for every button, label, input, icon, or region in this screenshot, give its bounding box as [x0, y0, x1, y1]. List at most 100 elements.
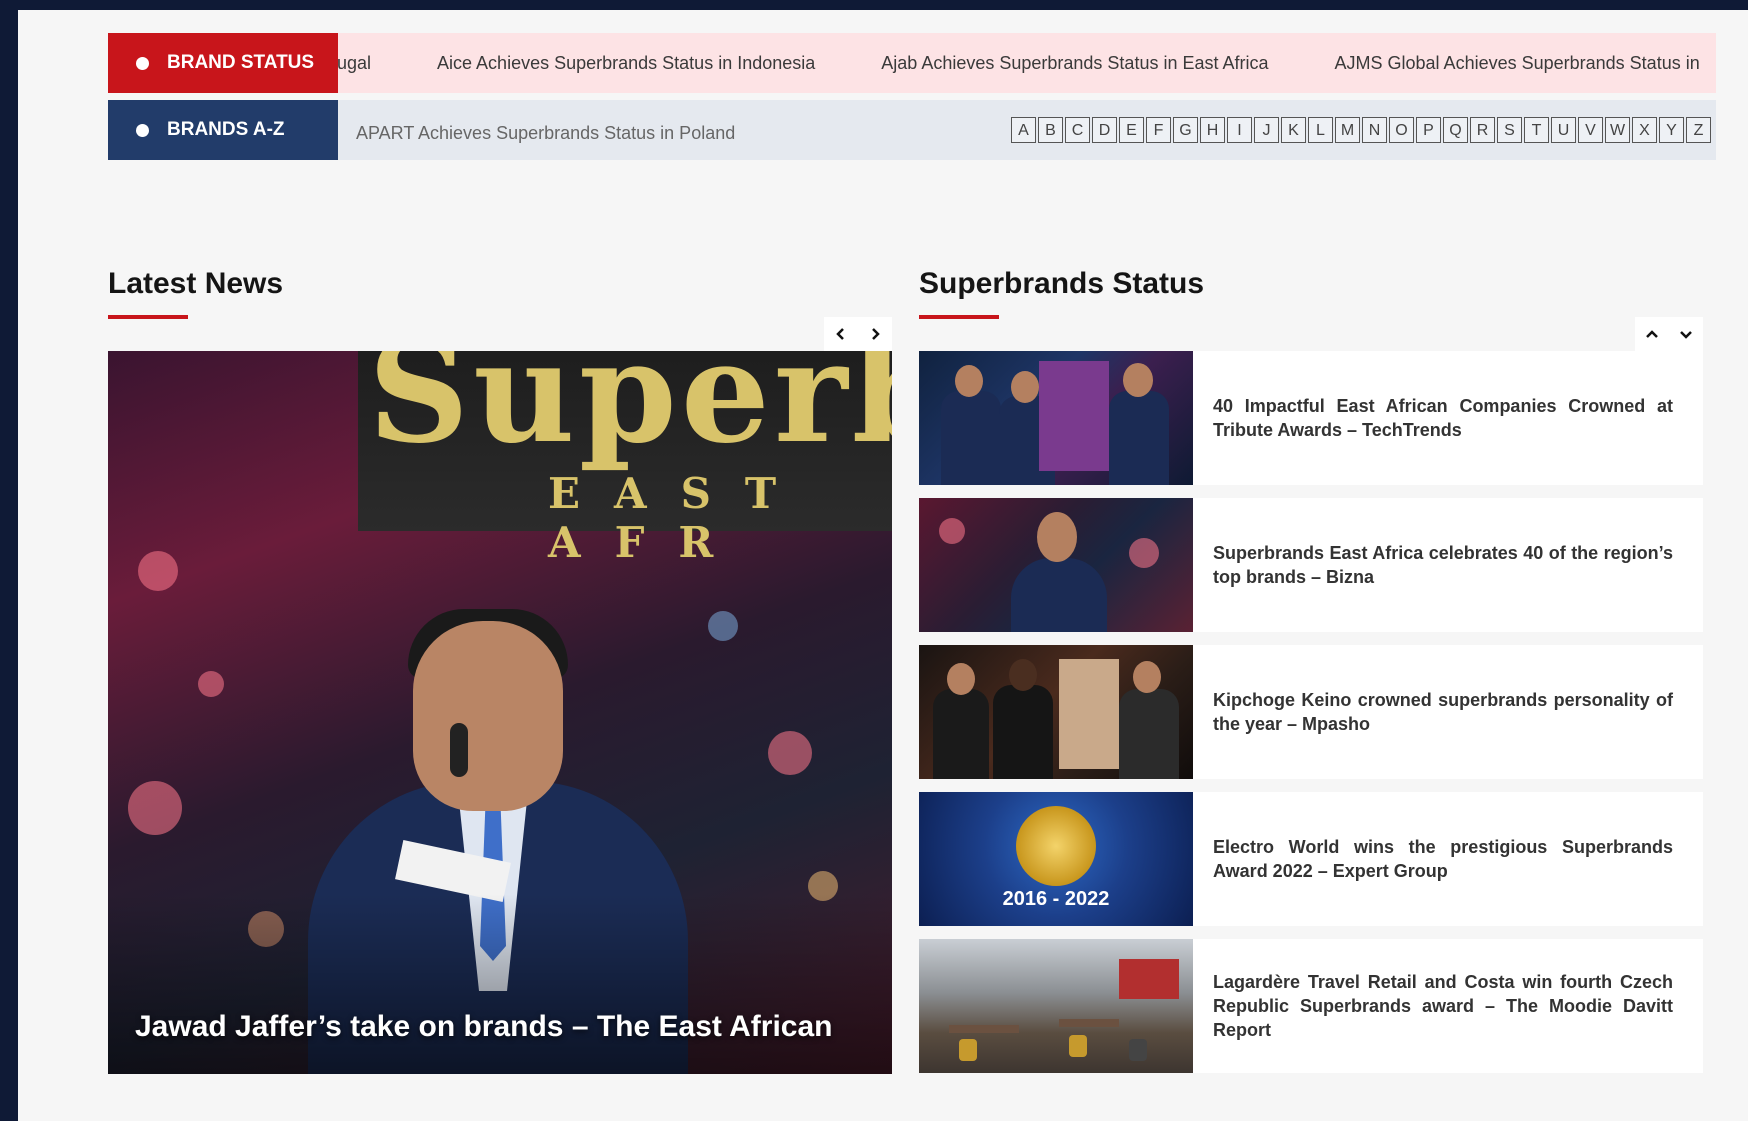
brands-az-label[interactable]: BRANDS A-Z — [108, 100, 338, 160]
superbrands-status-nav — [1635, 317, 1703, 351]
list-item-title: 40 Impactful East African Companies Crow… — [1213, 396, 1673, 440]
ticker-item[interactable]: Ajab Achieves Superbrands Status in East… — [881, 53, 1268, 74]
speaker-head — [413, 621, 563, 811]
bokeh-light — [128, 781, 182, 835]
brand-status-label[interactable]: BRAND STATUS — [108, 33, 338, 93]
chair — [959, 1039, 977, 1061]
letter-filter-i[interactable]: I — [1227, 117, 1252, 143]
list-item-title: Electro World wins the prestigious Super… — [1213, 837, 1673, 881]
alphabet-filter: ABCDEFGHIJKLMNOPQRSTUVWXYZ — [1009, 117, 1711, 143]
figure-head — [1011, 371, 1039, 403]
chevron-left-icon[interactable] — [824, 317, 858, 351]
chevron-up-icon[interactable] — [1635, 317, 1669, 351]
featured-news-card[interactable]: Superbrands EAST AFR Jawad Jaffer’s take… — [108, 351, 892, 1074]
ticker-item[interactable]: Aice Achieves Superbrands Status in Indo… — [437, 53, 815, 74]
poster — [1059, 659, 1119, 769]
news-thumbnail — [919, 351, 1193, 485]
letter-filter-o[interactable]: O — [1389, 117, 1414, 143]
list-item[interactable]: 2016 - 2022 Electro World wins the prest… — [919, 792, 1703, 926]
letter-filter-h[interactable]: H — [1200, 117, 1225, 143]
letter-filter-x[interactable]: X — [1632, 117, 1657, 143]
list-item-title: Superbrands East Africa celebrates 40 of… — [1213, 543, 1673, 587]
letter-filter-b[interactable]: B — [1038, 117, 1063, 143]
figure-head — [955, 365, 983, 397]
brand-status-ticker: BRAND STATUS rtugal Aice Achieves Superb… — [108, 33, 1716, 93]
figure — [1011, 558, 1107, 632]
figure-head — [1037, 512, 1077, 562]
letter-filter-t[interactable]: T — [1524, 117, 1549, 143]
chair — [1129, 1039, 1147, 1061]
featured-caption[interactable]: Jawad Jaffer’s take on brands – The East… — [135, 1010, 832, 1044]
sign-subtext: EAST AFR — [548, 469, 811, 567]
letter-filter-l[interactable]: L — [1308, 117, 1333, 143]
figure — [993, 685, 1053, 779]
thumbnail-years: 2016 - 2022 — [1002, 888, 1110, 910]
letter-filter-j[interactable]: J — [1254, 117, 1279, 143]
brand-status-label-text: BRAND STATUS — [167, 52, 315, 73]
letter-filter-k[interactable]: K — [1281, 117, 1306, 143]
figure — [1119, 689, 1179, 779]
letter-filter-e[interactable]: E — [1119, 117, 1144, 143]
chevron-down-icon[interactable] — [1669, 317, 1703, 351]
list-item[interactable]: Kipchoge Keino crowned superbrands perso… — [919, 645, 1703, 779]
award-screen — [1039, 361, 1109, 471]
letter-filter-w[interactable]: W — [1605, 117, 1630, 143]
heading-underline — [919, 315, 999, 319]
list-item[interactable]: Superbrands East Africa celebrates 40 of… — [919, 498, 1703, 632]
latest-news-title: Latest News — [108, 267, 284, 300]
chevron-right-icon[interactable] — [858, 317, 892, 351]
page: BRAND STATUS rtugal Aice Achieves Superb… — [18, 10, 1748, 1121]
letter-filter-u[interactable]: U — [1551, 117, 1576, 143]
bokeh-light — [198, 671, 224, 697]
bokeh-light — [138, 551, 178, 591]
microphone — [450, 723, 468, 777]
news-thumbnail: 2016 - 2022 — [919, 792, 1193, 926]
table — [1059, 1019, 1119, 1027]
ticker-track: rtugal Aice Achieves Superbrands Status … — [338, 33, 1716, 93]
brands-az-bar: BRANDS A-Z APART Achieves Superbrands St… — [108, 100, 1716, 160]
figure-head — [1133, 661, 1161, 693]
letter-filter-z[interactable]: Z — [1686, 117, 1711, 143]
letter-filter-q[interactable]: Q — [1443, 117, 1468, 143]
bullet-icon — [136, 123, 149, 137]
news-thumbnail — [919, 498, 1193, 632]
ticker-item[interactable]: AJMS Global Achieves Superbrands Status … — [1335, 53, 1700, 74]
bokeh-light — [708, 611, 738, 641]
letter-filter-a[interactable]: A — [1011, 117, 1036, 143]
letter-filter-m[interactable]: M — [1335, 117, 1360, 143]
latest-news-nav — [824, 317, 892, 351]
letter-filter-n[interactable]: N — [1362, 117, 1387, 143]
figure — [933, 689, 989, 779]
list-item-title: Kipchoge Keino crowned superbrands perso… — [1213, 690, 1673, 734]
brands-az-label-text: BRANDS A-Z — [167, 119, 285, 140]
news-thumbnail — [919, 939, 1193, 1073]
letter-filter-v[interactable]: V — [1578, 117, 1603, 143]
list-item-title: Lagardère Travel Retail and Costa win fo… — [1213, 972, 1673, 1040]
list-item[interactable]: 40 Impactful East African Companies Crow… — [919, 351, 1703, 485]
letter-filter-d[interactable]: D — [1092, 117, 1117, 143]
figure — [1109, 391, 1169, 485]
letter-filter-c[interactable]: C — [1065, 117, 1090, 143]
letter-filter-r[interactable]: R — [1470, 117, 1495, 143]
list-item[interactable]: Lagardère Travel Retail and Costa win fo… — [919, 939, 1703, 1073]
ticker-item[interactable]: rtugal — [338, 53, 371, 74]
figure — [941, 391, 1001, 485]
figure-head — [1123, 363, 1153, 397]
figure-head — [947, 663, 975, 695]
letter-filter-g[interactable]: G — [1173, 117, 1198, 143]
superbrands-status-title: Superbrands Status — [919, 267, 1205, 300]
bullet-icon — [136, 56, 149, 70]
brands-az-headline[interactable]: APART Achieves Superbrands Status in Pol… — [356, 100, 735, 160]
letter-filter-p[interactable]: P — [1416, 117, 1441, 143]
letter-filter-y[interactable]: Y — [1659, 117, 1684, 143]
caption-shade — [108, 894, 892, 1074]
bokeh-light — [939, 518, 965, 544]
letter-filter-s[interactable]: S — [1497, 117, 1522, 143]
heading-underline — [108, 315, 188, 319]
bokeh-light — [768, 731, 812, 775]
letter-filter-f[interactable]: F — [1146, 117, 1171, 143]
table — [949, 1025, 1019, 1033]
chair — [1069, 1035, 1087, 1057]
news-thumbnail — [919, 645, 1193, 779]
bokeh-light — [1129, 538, 1159, 568]
